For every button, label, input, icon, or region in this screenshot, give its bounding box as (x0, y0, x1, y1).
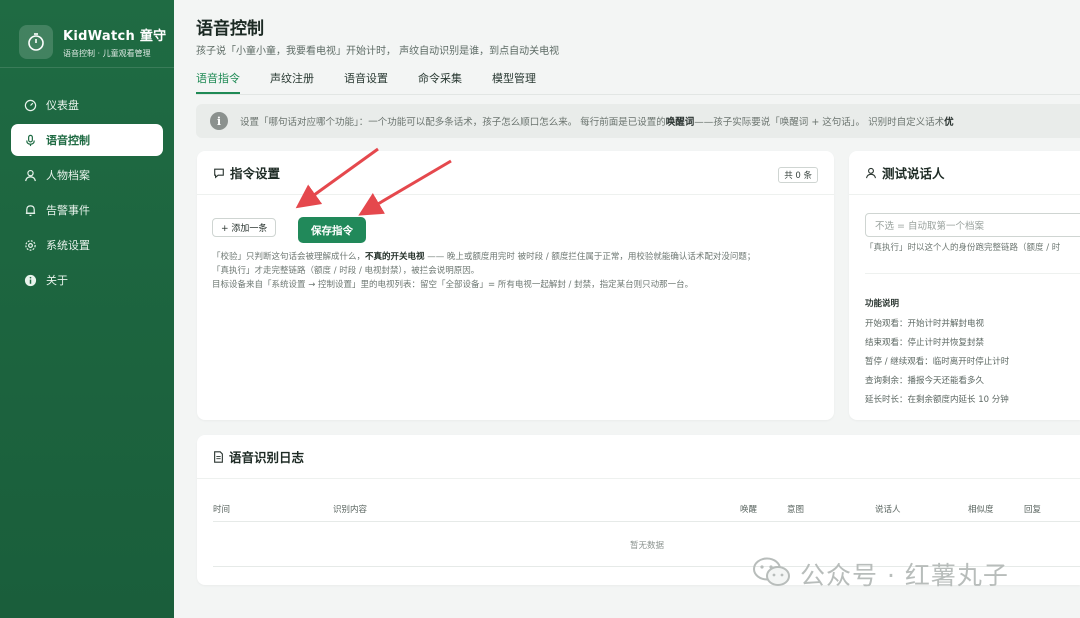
card-header: 测试说话人 (849, 151, 1080, 195)
brand: KidWatch 童守 语音控制 · 儿童观看管理 (0, 0, 174, 68)
person-icon (23, 168, 37, 182)
stopwatch-icon (19, 24, 53, 59)
tab-voiceprint[interactable]: 声纹注册 (270, 68, 314, 94)
speaker-select[interactable]: 不选 = 自动取第一个档案 (865, 213, 1080, 237)
count-badge: 共 0 条 (778, 167, 818, 183)
column-header[interactable]: 回复 (1024, 497, 1080, 522)
card-header: 指令设置 (197, 151, 834, 195)
brand-subtitle: 语音控制 · 儿童观看管理 (63, 48, 151, 58)
watermark-text: 公众号 · 红薯丸子 (800, 561, 1009, 590)
add-command-button[interactable]: + 添加一条 (212, 218, 277, 237)
tab-command-capture[interactable]: 命令采集 (418, 68, 462, 94)
sidebar-item-alerts[interactable]: 告警事件 (11, 194, 163, 226)
sidebar-item-voice-control[interactable]: 语音控制 (11, 124, 163, 156)
column-header[interactable]: 相似度 (968, 497, 1024, 522)
gear-icon (23, 238, 37, 252)
sidebar: KidWatch 童守 语音控制 · 儿童观看管理 仪表盘 语音控制 人物档案 … (0, 0, 174, 618)
tab-voice-settings[interactable]: 语音设置 (344, 68, 388, 94)
tab-voice-commands[interactable]: 语音指令 (196, 68, 240, 94)
list-item: 查询剩余：播报今天还能看多久 (865, 376, 985, 386)
info-icon: i (210, 112, 228, 130)
log-table: 时间 识别内容 唤醒 意图 说话人 相似度 回复 (213, 497, 1080, 522)
command-settings-card: 指令设置 共 0 条 + 添加一条 保存指令 「校验」只判断这句话会被理解成什么… (197, 151, 834, 420)
save-commands-button[interactable]: 保存指令 (298, 217, 366, 243)
tab-bar: 语音指令 声纹注册 语音设置 命令采集 模型管理 (196, 68, 566, 94)
watermark: 公众号 · 红薯丸子 (752, 556, 1009, 592)
divider (865, 273, 1080, 274)
card-header: 语音识别日志 (197, 435, 1080, 479)
sidebar-item-label: 仪表盘 (46, 99, 79, 112)
sidebar-item-label: 人物档案 (46, 169, 90, 182)
info-banner: i 设置「哪句话对应哪个功能」：一个功能可以配多条话术，孩子怎么顺口怎么来。 每… (196, 104, 1080, 138)
column-header[interactable]: 意图 (787, 497, 875, 522)
sidebar-item-label: 关于 (46, 274, 68, 287)
person-icon (865, 167, 877, 179)
chat-bubble-icon (213, 167, 225, 179)
column-header[interactable]: 识别内容 (333, 497, 740, 522)
function-list: 开始观看：开始计时并解封电视 结束观看：停止计时并恢复封禁 暂停 / 继续观看：… (865, 315, 1009, 410)
page-subtitle: 孩子说「小童小童，我要看电视」开始计时， 声纹自动识别是谁，到点自动关电视 (196, 46, 560, 57)
test-speaker-card: 测试说话人 不选 = 自动取第一个档案 「真执行」时以这个人的身份跑完整链路（额… (849, 151, 1080, 420)
card-title: 指令设置 (230, 166, 281, 181)
sidebar-nav: 仪表盘 语音控制 人物档案 告警事件 系统设置 关于 (0, 68, 174, 296)
column-header[interactable]: 唤醒 (740, 497, 787, 522)
list-item: 暂停 / 继续观看：临时离开时停止计时 (865, 357, 1010, 367)
sidebar-item-profiles[interactable]: 人物档案 (11, 159, 163, 191)
brand-title: KidWatch 童守 (63, 28, 167, 44)
page-title: 语音控制 (196, 19, 264, 39)
wechat-icon (752, 556, 792, 592)
card-title: 测试说话人 (882, 166, 945, 181)
sidebar-item-about[interactable]: 关于 (11, 264, 163, 296)
column-header[interactable]: 时间 (213, 497, 333, 522)
sidebar-item-label: 告警事件 (46, 204, 90, 217)
column-header[interactable]: 说话人 (875, 497, 968, 522)
sidebar-item-label: 语音控制 (46, 134, 90, 147)
microphone-icon (23, 133, 37, 147)
function-title: 功能说明 (865, 299, 900, 309)
info-icon (23, 273, 37, 287)
page-header: 语音控制 孩子说「小童小童，我要看电视」开始计时， 声纹自动识别是谁，到点自动关… (196, 14, 559, 57)
card-title: 语音识别日志 (229, 450, 305, 465)
list-item: 结束观看：停止计时并恢复封禁 (865, 338, 985, 348)
help-text: 「校验」只判断这句话会被理解成什么，不真的开关电视 —— 晚上或额度用完时 被时… (212, 252, 756, 290)
sidebar-item-dashboard[interactable]: 仪表盘 (11, 89, 163, 121)
dashboard-icon (23, 98, 37, 112)
tabs-divider (196, 94, 1080, 95)
tab-model-management[interactable]: 模型管理 (492, 68, 536, 94)
list-item: 开始观看：开始计时并解封电视 (865, 319, 985, 329)
bell-icon (23, 203, 37, 217)
sidebar-item-settings[interactable]: 系统设置 (11, 229, 163, 261)
document-icon (213, 450, 224, 463)
speaker-hint: 「真执行」时以这个人的身份跑完整链路（额度 / 时 (865, 243, 1061, 253)
info-text: 设置「哪句话对应哪个功能」：一个功能可以配多条话术，孩子怎么顺口怎么来。 每行前… (240, 117, 954, 128)
sidebar-item-label: 系统设置 (46, 239, 90, 252)
list-item: 延长时长：在剩余额度内延长 10 分钟 (865, 395, 1009, 405)
